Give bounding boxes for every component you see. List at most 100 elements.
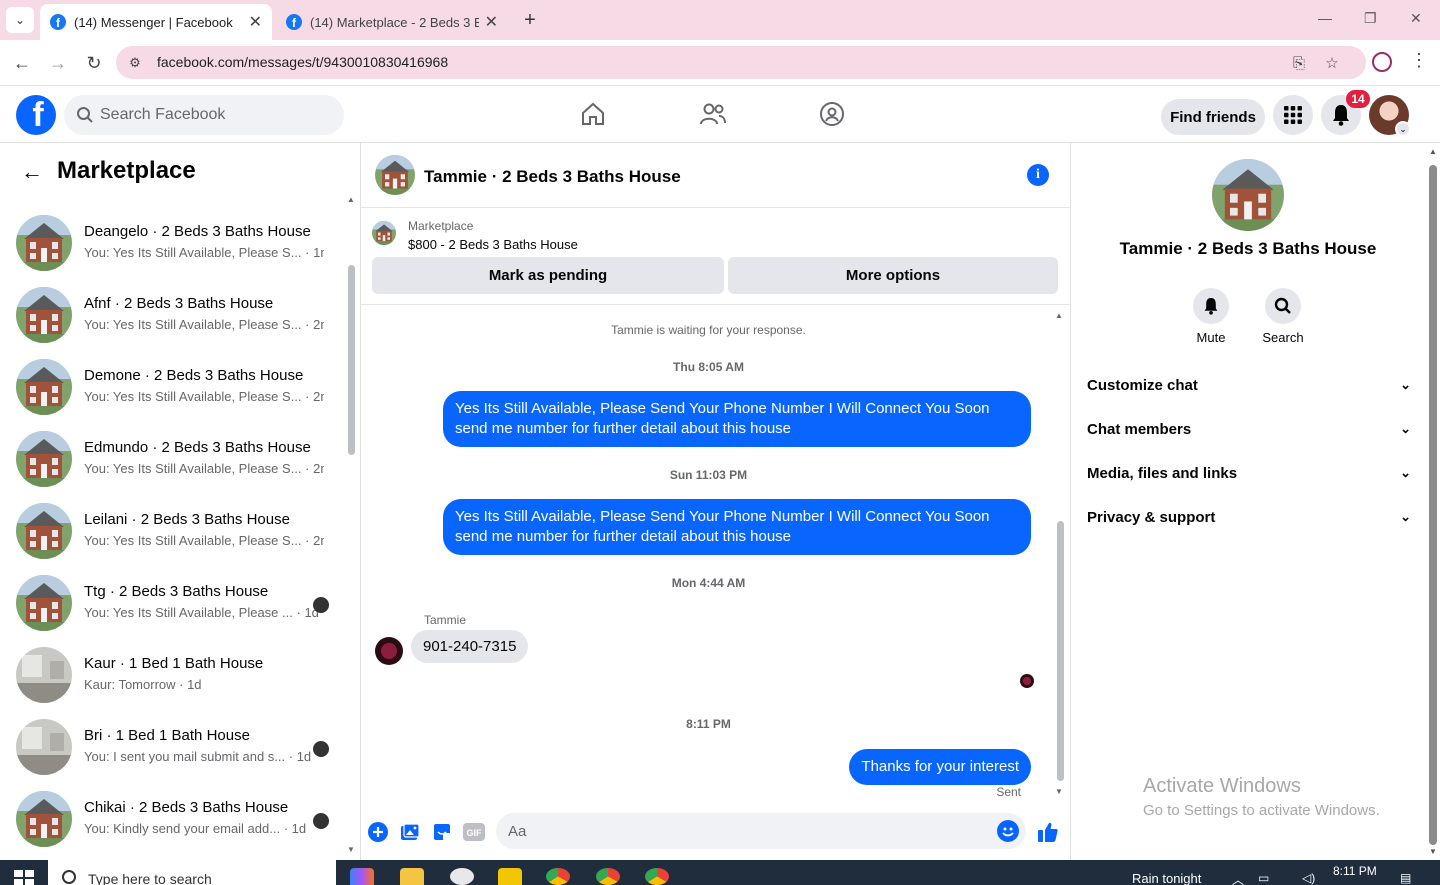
like-thumb-icon[interactable] [1037, 821, 1059, 843]
tab-search-dropdown[interactable]: ⌄ [6, 7, 34, 33]
minimize-icon[interactable]: — [1318, 10, 1332, 26]
page-scrollbar[interactable]: ▲ ▼ [1426, 143, 1440, 860]
search-in-conversation-button[interactable]: Search [1253, 288, 1313, 345]
profile-icon[interactable] [1372, 52, 1392, 72]
back-arrow-icon[interactable]: ← [20, 159, 44, 184]
listing-thumbnail[interactable] [372, 221, 396, 245]
customize-chat-section[interactable]: Customize chat ⌄ [1087, 363, 1411, 407]
timestamp: Thu 8:05 AM [673, 360, 744, 374]
read-receipt-avatar [313, 597, 329, 613]
snippet-text: You: Yes Its Still Available, Please S..… [84, 389, 302, 404]
file-explorer-icon[interactable] [400, 868, 424, 885]
facebook-logo-icon[interactable]: f [16, 95, 56, 135]
sent-status: Sent [996, 785, 1021, 799]
chat-members-section[interactable]: Chat members ⌄ [1087, 407, 1411, 451]
app-icon[interactable] [450, 868, 474, 885]
chevron-up-icon[interactable]: ︿ [1232, 871, 1244, 885]
conversation-item[interactable]: Edmundo · 2 Beds 3 Baths House You: Yes I… [0, 431, 345, 503]
mute-button[interactable]: Mute [1181, 288, 1241, 345]
message-input[interactable] [496, 813, 1026, 849]
conversation-item[interactable]: Demone · 2 Beds 3 Baths House You: Yes It… [0, 359, 345, 431]
search-icon [1265, 288, 1301, 324]
timestamp: Mon 4:44 AM [671, 576, 746, 590]
conversation-item[interactable]: Leilani · 2 Beds 3 Baths House You: Yes I… [0, 503, 345, 575]
conversation-item[interactable]: Afnf · 2 Beds 3 Baths House You: Yes Its … [0, 287, 345, 359]
message-thread: Tammie is waiting for your response. Thu… [361, 306, 1056, 806]
outgoing-message[interactable]: Thanks for your interest [849, 749, 1031, 785]
listing-title[interactable]: $800 - 2 Beds 3 Baths House [408, 237, 578, 252]
groups-icon[interactable] [817, 99, 847, 129]
install-app-icon[interactable]: ⎘ [1289, 53, 1309, 73]
privacy-support-section[interactable]: Privacy & support ⌄ [1087, 495, 1411, 539]
info-icon[interactable]: i [1027, 164, 1049, 186]
close-tab-icon[interactable]: ✕ [485, 12, 498, 32]
find-friends-button[interactable]: Find friends [1161, 99, 1265, 135]
chrome-icon[interactable] [645, 868, 669, 885]
notification-badge: 14 [1346, 90, 1370, 108]
windows-start-icon[interactable] [14, 870, 34, 885]
copilot-icon[interactable] [350, 868, 374, 885]
snippet-text: You: Yes Its Still Available, Please S..… [84, 245, 302, 260]
conversation-snippet: You: Yes Its Still Available, Please S..… [84, 389, 324, 404]
address-bar[interactable]: ⚙ facebook.com/messages/t/94300108304169… [116, 46, 1366, 79]
site-settings-icon[interactable]: ⚙ [126, 54, 144, 72]
home-icon[interactable] [578, 99, 608, 129]
clock-time[interactable]: 8:11 PM [1333, 864, 1377, 878]
reload-icon[interactable]: ↻ [83, 52, 105, 74]
outgoing-message[interactable]: Yes Its Still Available, Please Send You… [443, 499, 1031, 555]
conversation-item[interactable]: Kaur · 1 Bed 1 Bath House Kaur: Tomorrow … [0, 647, 345, 719]
back-icon[interactable]: ← [11, 52, 33, 74]
conversation-item[interactable]: Chikai · 2 Beds 3 Baths House You: Kindly… [0, 791, 345, 860]
new-tab-button[interactable]: + [518, 8, 542, 32]
chat-avatar[interactable] [375, 155, 415, 195]
seen-receipt-avatar [1020, 674, 1034, 688]
more-options-button[interactable]: More options [728, 257, 1058, 294]
conversation-name: Demone · 2 Beds 3 Baths House [84, 367, 304, 384]
chrome-icon[interactable] [546, 868, 570, 885]
conversation-item[interactable]: Ttg · 2 Beds 3 Baths House You: Yes Its S… [0, 575, 345, 647]
close-window-icon[interactable]: ✕ [1410, 10, 1422, 27]
outgoing-message[interactable]: Yes Its Still Available, Please Send You… [443, 391, 1031, 447]
menu-grid-icon[interactable] [1273, 95, 1313, 135]
conversation-snippet: You: Yes Its Still Available, Please S..… [84, 533, 324, 548]
emoji-icon[interactable] [997, 820, 1019, 842]
sticky-notes-icon[interactable] [498, 868, 522, 885]
conversation-name: Edmundo · 2 Beds 3 Baths House [84, 439, 311, 456]
mark-as-pending-button[interactable]: Mark as pending [372, 257, 724, 294]
bell-icon [1193, 288, 1229, 324]
gif-icon[interactable]: GIF [463, 821, 485, 843]
snippet-time: · 2m [305, 461, 324, 476]
weather-widget[interactable]: Rain tonight [1132, 871, 1201, 885]
close-tab-icon[interactable]: ✕ [249, 12, 262, 32]
snippet-text: You: Yes Its Still Available, Please S..… [84, 317, 302, 332]
friends-icon[interactable] [698, 99, 728, 129]
tab-marketplace[interactable]: f (14) Marketplace - 2 Beds 3 Bat ✕ [276, 4, 508, 40]
conversation-item[interactable]: Bri · 1 Bed 1 Bath House You: I sent you … [0, 719, 345, 791]
sidebar-scrollbar[interactable]: ▲ ▼ [346, 195, 356, 855]
profile-avatar[interactable] [1212, 159, 1284, 231]
search-input[interactable] [100, 95, 330, 135]
sender-avatar[interactable] [375, 637, 403, 665]
facebook-header: f Find friends 14 ⌄ [0, 87, 1440, 143]
search-box[interactable] [64, 95, 344, 135]
restore-icon[interactable]: ❐ [1364, 10, 1377, 27]
conversation-item[interactable]: Deangelo · 2 Beds 3 Baths House You: Yes … [0, 215, 345, 287]
chat-title[interactable]: Tammie · 2 Beds 3 Baths House [424, 167, 681, 187]
chevron-down-icon[interactable]: ⌄ [1395, 121, 1411, 137]
photo-icon[interactable] [399, 821, 421, 843]
taskbar-search[interactable]: Type here to search [48, 860, 336, 885]
tab-messenger[interactable]: f (14) Messenger | Facebook ✕ [40, 4, 272, 40]
media-files-links-section[interactable]: Media, files and links ⌄ [1087, 451, 1411, 495]
chat-scrollbar[interactable]: ▲ ▼ [1055, 311, 1065, 797]
incoming-message[interactable]: 901-240-7315 [411, 630, 529, 663]
forward-icon[interactable]: → [47, 52, 69, 74]
network-icon[interactable]: ▭ [1258, 871, 1269, 885]
notification-center-icon[interactable]: ▤ [1400, 871, 1411, 885]
menu-kebab-icon[interactable]: ⋮ [1410, 50, 1428, 71]
conversation-snippet: You: Yes Its Still Available, Please S..… [84, 461, 324, 476]
volume-icon[interactable]: ◁) [1302, 871, 1315, 885]
chrome-icon[interactable] [596, 868, 620, 885]
plus-icon[interactable] [367, 821, 389, 843]
bookmark-star-icon[interactable]: ☆ [1322, 53, 1342, 73]
sticker-icon[interactable] [431, 821, 453, 843]
